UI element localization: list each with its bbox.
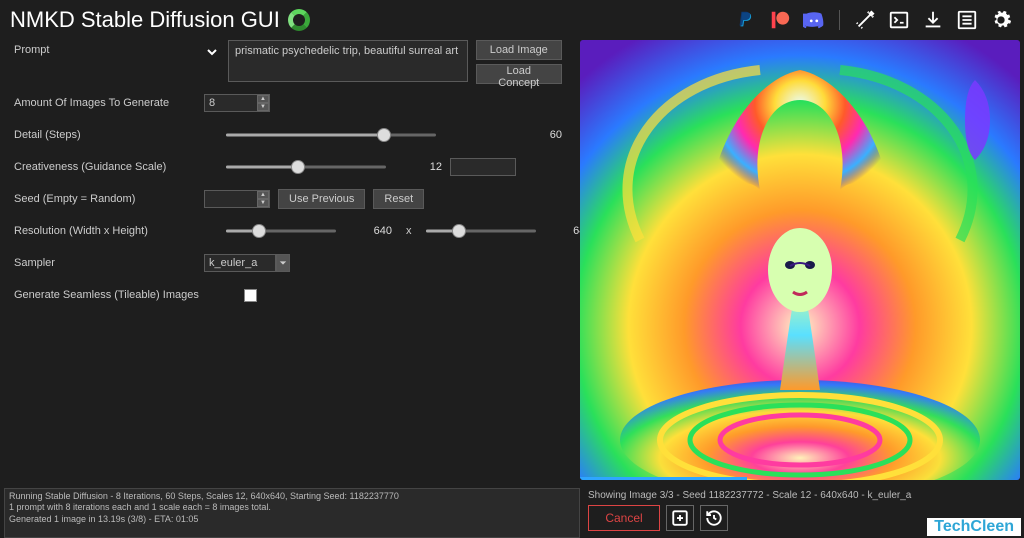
up-arrow-icon[interactable]: ▲ [257, 95, 269, 103]
download-icon[interactable] [920, 7, 946, 33]
chevron-down-icon[interactable] [204, 40, 220, 63]
header-toolbar [733, 7, 1014, 33]
generated-image[interactable] [580, 40, 1020, 480]
creative-field[interactable] [450, 158, 516, 176]
resolution-label: Resolution (Width x Height) [14, 225, 204, 237]
load-concept-button[interactable]: Load Concept [476, 64, 562, 84]
seamless-label: Generate Seamless (Tileable) Images [14, 289, 244, 301]
log-line: Generated 1 image in 13.19s (3/8) - ETA:… [9, 514, 575, 525]
height-slider[interactable] [426, 222, 536, 240]
log-output: Running Stable Diffusion - 8 Iterations,… [4, 488, 580, 538]
creative-slider[interactable] [226, 158, 386, 176]
detail-label: Detail (Steps) [14, 129, 204, 141]
sampler-select[interactable]: k_euler_a [204, 254, 290, 272]
down-arrow-icon[interactable]: ▼ [257, 199, 269, 207]
creative-label: Creativeness (Guidance Scale) [14, 161, 204, 173]
log-line: 1 prompt with 8 iterations each and 1 sc… [9, 502, 575, 513]
progress-bar [580, 477, 747, 480]
detail-value: 60 [522, 129, 562, 141]
dropdown-arrow-icon[interactable] [276, 254, 290, 272]
patreon-icon[interactable] [767, 7, 793, 33]
prompt-label: Prompt [14, 40, 204, 56]
amount-label: Amount Of Images To Generate [14, 97, 204, 109]
detail-slider[interactable] [226, 126, 436, 144]
list-icon[interactable] [954, 7, 980, 33]
cancel-button[interactable]: Cancel [588, 505, 660, 531]
reset-button[interactable]: Reset [373, 189, 424, 209]
seed-row: Seed (Empty = Random) ▲▼ Use Previous Re… [14, 184, 562, 214]
down-arrow-icon[interactable]: ▼ [257, 103, 269, 111]
watermark: TechCleen [927, 518, 1021, 536]
history-icon[interactable] [700, 505, 728, 531]
sampler-value: k_euler_a [204, 254, 276, 272]
footer: Running Stable Diffusion - 8 Iterations,… [0, 488, 1024, 538]
image-panel [576, 40, 1024, 488]
load-image-button[interactable]: Load Image [476, 40, 562, 60]
sampler-label: Sampler [14, 257, 204, 269]
separator [839, 10, 840, 30]
amount-stepper[interactable]: ▲▼ [204, 94, 270, 112]
discord-icon[interactable] [801, 7, 827, 33]
add-image-icon[interactable] [666, 505, 694, 531]
app-title: NMKD Stable Diffusion GUI [10, 7, 280, 33]
detail-row: Detail (Steps) 60 [14, 120, 562, 150]
prompt-row: Prompt Load Image Load Concept [14, 40, 562, 86]
seamless-row: Generate Seamless (Tileable) Images [14, 280, 562, 310]
log-line: Running Stable Diffusion - 8 Iterations,… [9, 491, 575, 502]
seed-label: Seed (Empty = Random) [14, 193, 204, 205]
settings-panel: Prompt Load Image Load Concept Amount Of… [0, 40, 576, 488]
x-separator: x [406, 225, 412, 237]
width-slider[interactable] [226, 222, 336, 240]
up-arrow-icon[interactable]: ▲ [257, 191, 269, 199]
seed-stepper[interactable]: ▲▼ [204, 190, 270, 208]
gear-icon[interactable] [988, 7, 1014, 33]
prompt-input[interactable] [228, 40, 468, 82]
creative-row: Creativeness (Guidance Scale) 12 [14, 152, 562, 182]
width-value: 640 [352, 225, 392, 237]
logo-icon [288, 9, 310, 31]
use-previous-button[interactable]: Use Previous [278, 189, 365, 209]
creative-value: 12 [402, 161, 442, 173]
seamless-checkbox[interactable] [244, 289, 257, 302]
image-info: Showing Image 3/3 - Seed 1182237772 - Sc… [588, 488, 1024, 505]
magic-wand-icon[interactable] [852, 7, 878, 33]
title-bar: NMKD Stable Diffusion GUI [0, 0, 1024, 40]
sampler-row: Sampler k_euler_a [14, 248, 562, 278]
resolution-row: Resolution (Width x Height) 640 x 640 [14, 216, 562, 246]
terminal-icon[interactable] [886, 7, 912, 33]
amount-row: Amount Of Images To Generate ▲▼ [14, 88, 562, 118]
paypal-icon[interactable] [733, 7, 759, 33]
